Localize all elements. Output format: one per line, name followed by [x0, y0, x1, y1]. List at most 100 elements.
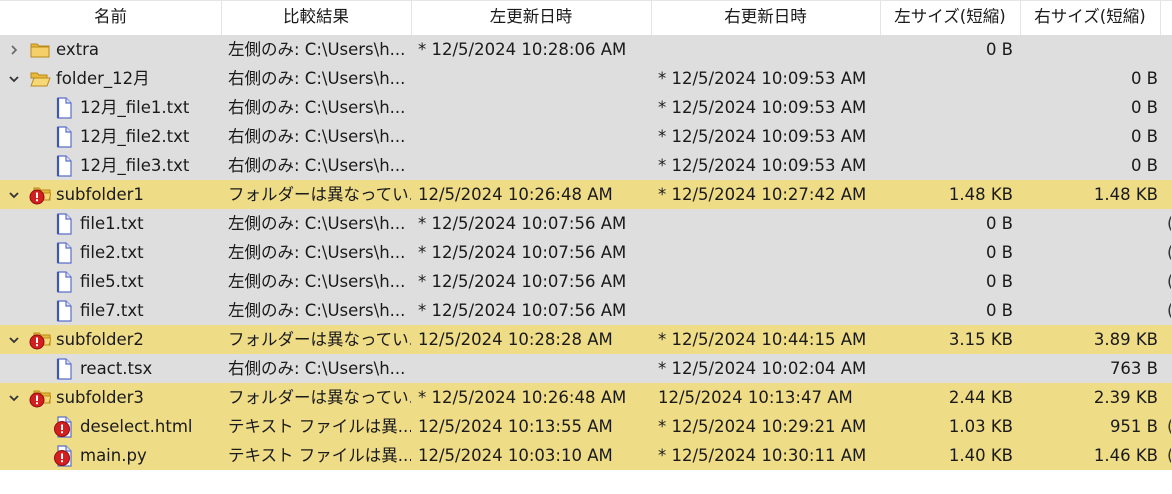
- file-icon: [53, 271, 75, 293]
- table-row[interactable]: react.tsx 右側のみ: C:\Users\h... * 12/5/2024 …: [0, 354, 1172, 383]
- row-right-date: [658, 267, 880, 296]
- row-right-date: [658, 296, 880, 325]
- table-row[interactable]: subfolder3 フォルダーは異なってい... * 12/5/2024 10:2…: [0, 383, 1172, 412]
- row-right-date: * 12/5/2024 10:09:53 AM: [658, 98, 867, 117]
- row-result: 左側のみ: C:\Users\h...: [228, 272, 406, 291]
- column-header-right-date[interactable]: 右更新日時: [651, 1, 881, 35]
- row-left-date: [418, 122, 651, 151]
- row-left-date: [418, 151, 651, 180]
- row-left-date: [418, 93, 651, 122]
- file-icon: [53, 300, 75, 322]
- chevron-down-icon[interactable]: [6, 325, 22, 354]
- column-header-left-date[interactable]: 左更新日時: [411, 1, 652, 35]
- row-name: react.tsx: [80, 359, 153, 378]
- file-icon: [53, 97, 75, 119]
- row-name: deselect.html: [80, 417, 193, 436]
- row-name: main.py: [80, 446, 147, 465]
- column-header-name[interactable]: 名前: [0, 1, 222, 35]
- table-row[interactable]: file7.txt 左側のみ: C:\Users\h... * 12/5/2024 …: [0, 296, 1172, 325]
- row-result: フォルダーは異なってい...: [228, 330, 411, 349]
- row-left-date: [418, 354, 651, 383]
- row-name: subfolder1: [56, 185, 144, 204]
- chevron-right-icon[interactable]: [6, 35, 22, 64]
- row-left-date: * 12/5/2024 10:07:56 AM: [418, 243, 627, 262]
- row-left-date: 12/5/2024 10:13:55 AM: [418, 417, 613, 436]
- row-result: テキスト ファイルは異...: [228, 417, 411, 436]
- row-result: 左側のみ: C:\Users\h...: [228, 40, 406, 59]
- table-row[interactable]: main.py テキスト ファイルは異... 12/5/2024 10:03:10 …: [0, 441, 1172, 470]
- row-left-date: [418, 64, 651, 93]
- table-row[interactable]: extra 左側のみ: C:\Users\h... * 12/5/2024 10:2…: [0, 35, 1172, 64]
- row-right-size: 3.89 KB: [1093, 330, 1158, 349]
- table-row[interactable]: 12月_file2.txt 右側のみ: C:\Users\h... * 12/5/2…: [0, 122, 1172, 151]
- comparison-rows: extra 左側のみ: C:\Users\h... * 12/5/2024 10:2…: [0, 35, 1172, 470]
- row-left-size: [880, 151, 1013, 180]
- row-right-date: * 12/5/2024 10:27:42 AM: [658, 185, 867, 204]
- folder-diff-icon: [29, 329, 52, 351]
- row-name: 12月_file1.txt: [80, 98, 190, 117]
- row-right-date: * 12/5/2024 10:02:04 AM: [658, 359, 867, 378]
- row-left-size: 0 B: [985, 214, 1013, 233]
- row-right-size: [1020, 238, 1158, 267]
- table-row[interactable]: 12月_file3.txt 右側のみ: C:\Users\h... * 12/5/2…: [0, 151, 1172, 180]
- row-name: extra: [56, 40, 99, 59]
- column-header-left-size[interactable]: 左サイズ(短縮): [880, 1, 1021, 35]
- row-name: subfolder3: [56, 388, 144, 407]
- table-row[interactable]: file2.txt 左側のみ: C:\Users\h... * 12/5/2024 …: [0, 238, 1172, 267]
- row-right-size: 1.48 KB: [1093, 185, 1158, 204]
- row-result: フォルダーは異なってい...: [228, 185, 411, 204]
- row-result: 右側のみ: C:\Users\h...: [228, 69, 406, 88]
- table-row[interactable]: file5.txt 左側のみ: C:\Users\h... * 12/5/2024 …: [0, 267, 1172, 296]
- row-right-date: [658, 35, 880, 64]
- row-left-size: 0 B: [985, 40, 1013, 59]
- row-left-date: * 12/5/2024 10:07:56 AM: [418, 272, 627, 291]
- file-icon: [53, 155, 75, 177]
- comparison-table: 名前 比較結果 左更新日時 右更新日時 左サイズ(短縮) 右サイズ(短縮) ex…: [0, 0, 1172, 470]
- row-left-size: 0 B: [985, 243, 1013, 262]
- row-overflow-text: (: [1167, 238, 1171, 267]
- row-left-size: 3.15 KB: [948, 330, 1013, 349]
- column-header-row: 名前 比較結果 左更新日時 右更新日時 左サイズ(短縮) 右サイズ(短縮): [0, 0, 1172, 35]
- row-right-date: * 12/5/2024 10:09:53 AM: [658, 156, 867, 175]
- row-left-date: * 12/5/2024 10:28:06 AM: [418, 40, 627, 59]
- row-right-date: * 12/5/2024 10:09:53 AM: [658, 69, 867, 88]
- row-result: 右側のみ: C:\Users\h...: [228, 359, 406, 378]
- chevron-down-icon[interactable]: [6, 383, 22, 412]
- row-name: file1.txt: [80, 214, 144, 233]
- row-left-size: 0 B: [985, 272, 1013, 291]
- row-left-size: [880, 122, 1013, 151]
- row-left-date: * 12/5/2024 10:07:56 AM: [418, 301, 627, 320]
- row-right-size: 0 B: [1130, 69, 1158, 88]
- table-row[interactable]: 12月_file1.txt 右側のみ: C:\Users\h... * 12/5/2…: [0, 93, 1172, 122]
- row-overflow-text: (: [1167, 209, 1171, 238]
- row-left-date: 12/5/2024 10:03:10 AM: [418, 446, 613, 465]
- row-result: 右側のみ: C:\Users\h...: [228, 127, 406, 146]
- row-result: 左側のみ: C:\Users\h...: [228, 243, 406, 262]
- row-left-date: 12/5/2024 10:26:48 AM: [418, 185, 613, 204]
- chevron-down-icon[interactable]: [6, 64, 22, 93]
- row-right-date: * 12/5/2024 10:44:15 AM: [658, 330, 867, 349]
- row-right-date: * 12/5/2024 10:09:53 AM: [658, 127, 867, 146]
- row-right-size: 951 B: [1109, 417, 1158, 436]
- row-left-size: 0 B: [985, 301, 1013, 320]
- table-row[interactable]: folder_12月 右側のみ: C:\Users\h... * 12/5/2024…: [0, 64, 1172, 93]
- row-result: 左側のみ: C:\Users\h...: [228, 214, 406, 233]
- row-name: subfolder2: [56, 330, 144, 349]
- row-left-size: [880, 354, 1013, 383]
- file-icon: [53, 126, 75, 148]
- table-row[interactable]: subfolder2 フォルダーは異なってい... 12/5/2024 10:28:…: [0, 325, 1172, 354]
- row-overflow-text: (: [1167, 441, 1171, 470]
- column-header-right-size[interactable]: 右サイズ(短縮): [1020, 1, 1161, 35]
- table-row[interactable]: file1.txt 左側のみ: C:\Users\h... * 12/5/2024 …: [0, 209, 1172, 238]
- table-row[interactable]: subfolder1 フォルダーは異なってい... 12/5/2024 10:26:…: [0, 180, 1172, 209]
- table-row[interactable]: deselect.html テキスト ファイルは異... 12/5/2024 10:…: [0, 412, 1172, 441]
- row-result: 右側のみ: C:\Users\h...: [228, 156, 406, 175]
- file-diff-icon: [53, 445, 75, 467]
- row-result: フォルダーは異なってい...: [228, 388, 411, 407]
- row-result: テキスト ファイルは異...: [228, 446, 411, 465]
- chevron-down-icon[interactable]: [6, 180, 22, 209]
- row-left-date: 12/5/2024 10:28:28 AM: [418, 330, 613, 349]
- column-header-result[interactable]: 比較結果: [221, 1, 412, 35]
- row-right-size: 2.39 KB: [1093, 388, 1158, 407]
- row-right-date: * 12/5/2024 10:30:11 AM: [658, 446, 867, 465]
